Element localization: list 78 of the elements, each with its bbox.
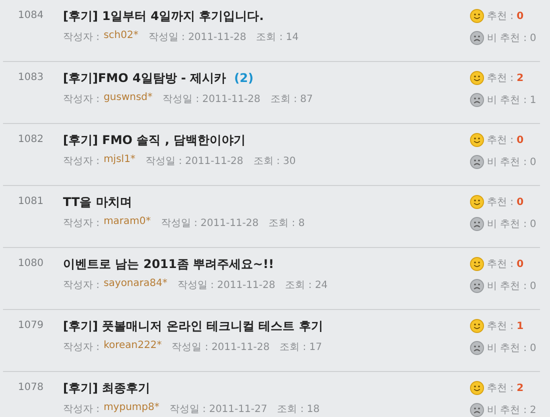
post-number: 1081 xyxy=(17,195,44,207)
recommend-count: 0 xyxy=(516,10,524,22)
view-count: 조회 : 24 xyxy=(285,279,328,292)
post-title-link[interactable]: [후기] 풋볼매니저 온라인 테크니컬 테스트 후기 xyxy=(63,318,323,334)
recommend-count: 2 xyxy=(516,72,524,84)
post-number: 1083 xyxy=(17,71,44,83)
view-count: 조회 : 14 xyxy=(256,31,299,44)
post-title-link[interactable]: TT을 마치며 xyxy=(63,194,132,210)
not-recommend-count: 비 추천 : 0 xyxy=(487,218,536,231)
view-count: 조회 : 17 xyxy=(280,341,322,354)
recommend-count: 1 xyxy=(516,320,524,332)
post-date: 작성일 : 2011-11-28 xyxy=(148,31,246,44)
frown-icon[interactable] xyxy=(470,403,484,417)
frown-icon[interactable] xyxy=(470,93,484,107)
view-count: 조회 : 87 xyxy=(270,93,313,106)
post-date: 작성일 : 2011-11-28 xyxy=(177,279,276,292)
post-title-link[interactable]: [후기] 1일부터 4일까지 후기입니다. xyxy=(63,8,264,24)
frown-icon[interactable] xyxy=(470,217,484,231)
author-label: 작성자 : xyxy=(63,93,100,106)
post-number: 1080 xyxy=(17,257,44,269)
frown-icon[interactable] xyxy=(470,31,484,45)
smiley-icon[interactable] xyxy=(470,257,484,271)
recommend-label: 추천 : xyxy=(487,382,514,395)
author-label: 작성자 : xyxy=(63,217,100,230)
recommend-count: 2 xyxy=(516,382,524,394)
recommend-label: 추천 : xyxy=(487,320,514,333)
frown-icon[interactable] xyxy=(470,341,484,355)
post-date: 작성일 : 2011-11-28 xyxy=(172,341,270,354)
author-label: 작성자 : xyxy=(63,279,100,292)
author-label: 작성자 : xyxy=(63,341,100,354)
post-title-link[interactable]: 이벤트로 남는 2011좀 뿌려주세요~!! xyxy=(63,256,274,272)
frown-icon[interactable] xyxy=(470,155,484,169)
post-number: 1082 xyxy=(17,133,44,145)
post-number: 1079 xyxy=(17,319,44,331)
recommend-label: 추천 : xyxy=(487,258,514,271)
not-recommend-count: 비 추천 : 2 xyxy=(487,404,536,417)
author-name: mjsl1* xyxy=(104,154,136,167)
recommend-count: 0 xyxy=(516,196,524,208)
view-count: 조회 : 18 xyxy=(277,403,320,416)
post-date: 작성일 : 2011-11-28 xyxy=(162,93,260,106)
post-date: 작성일 : 2011-11-28 xyxy=(145,155,244,168)
post-title-link[interactable]: [후기] FMO 솔직 , 담백한이야기 xyxy=(63,132,246,148)
smiley-icon[interactable] xyxy=(470,381,484,395)
view-count: 조회 : 30 xyxy=(253,155,296,168)
frown-icon[interactable] xyxy=(470,279,484,293)
author-label: 작성자 : xyxy=(63,155,100,168)
author-name: maram0* xyxy=(104,216,151,229)
not-recommend-count: 비 추천 : 1 xyxy=(487,94,536,107)
author-name: mypump8* xyxy=(104,402,160,415)
smiley-icon[interactable] xyxy=(470,195,484,209)
author-label: 작성자 : xyxy=(63,403,100,416)
recommend-count: 0 xyxy=(516,134,524,146)
post-title-link[interactable]: [후기]FMO 4일탐방 - 제시카 xyxy=(63,70,226,86)
author-name: sayonara84* xyxy=(104,278,168,291)
recommend-label: 추천 : xyxy=(487,134,514,147)
not-recommend-count: 비 추천 : 0 xyxy=(487,280,536,293)
author-name: guswnsd* xyxy=(104,92,153,105)
post-date: 작성일 : 2011-11-28 xyxy=(160,217,259,230)
author-label: 작성자 : xyxy=(63,31,100,44)
smiley-icon[interactable] xyxy=(470,319,484,333)
recommend-count: 0 xyxy=(516,258,524,270)
smiley-icon[interactable] xyxy=(470,9,484,23)
author-name: korean222* xyxy=(104,340,162,353)
post-number: 1084 xyxy=(17,9,44,21)
not-recommend-count: 비 추천 : 0 xyxy=(487,32,536,45)
recommend-label: 추천 : xyxy=(487,10,514,23)
author-name: sch02* xyxy=(104,30,138,43)
smiley-icon[interactable] xyxy=(470,133,484,147)
not-recommend-count: 비 추천 : 0 xyxy=(487,156,536,169)
recommend-label: 추천 : xyxy=(487,72,514,85)
post-date: 작성일 : 2011-11-27 xyxy=(169,403,268,416)
recommend-label: 추천 : xyxy=(487,196,514,209)
post-title-link[interactable]: [후기] 최종후기 xyxy=(63,380,150,396)
not-recommend-count: 비 추천 : 0 xyxy=(487,342,536,355)
view-count: 조회 : 8 xyxy=(268,217,305,230)
smiley-icon[interactable] xyxy=(470,71,484,85)
post-number: 1078 xyxy=(17,381,44,393)
comment-count: (2) xyxy=(234,71,254,85)
